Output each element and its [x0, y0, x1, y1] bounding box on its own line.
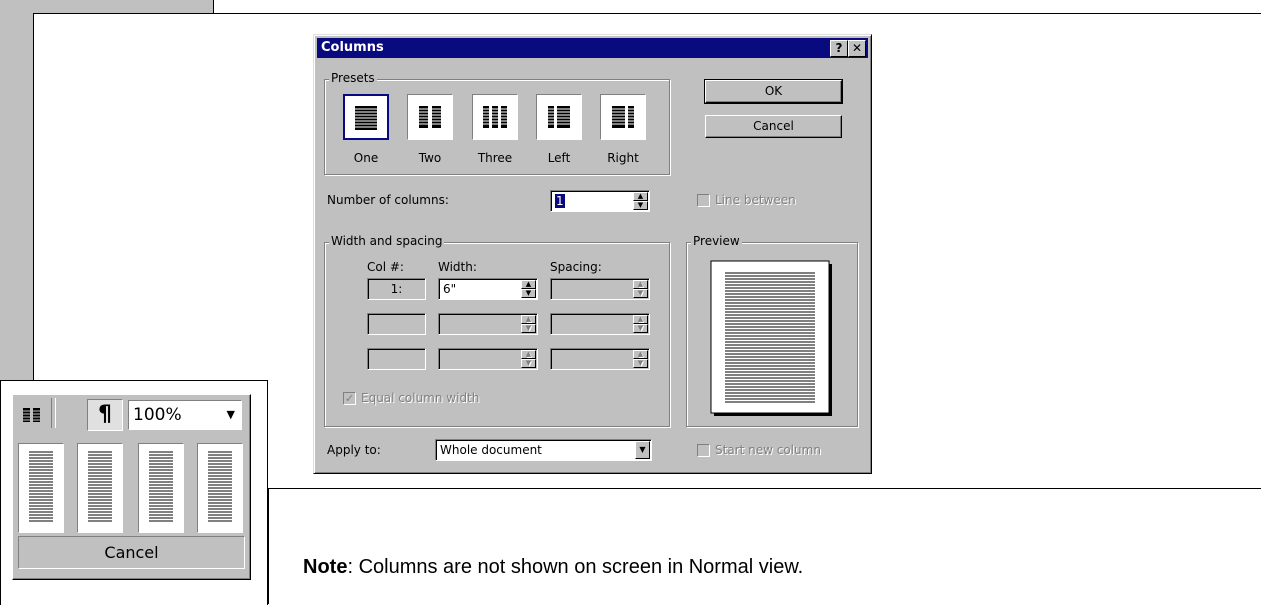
top-left-cell: [33, 0, 214, 14]
start-new-column-label: Start new column: [715, 443, 821, 457]
spacing-spinner-2[interactable]: ▲ ▼: [633, 315, 648, 333]
left-column-icon: [547, 106, 571, 128]
column-lines-icon: [208, 451, 232, 522]
col-number-cell-2: [367, 313, 426, 335]
zoom-dropdown-arrow-icon[interactable]: ▼: [227, 408, 235, 421]
width-field-1[interactable]: 6" ▲ ▼: [438, 278, 538, 300]
width-spacing-label: Width and spacing: [329, 234, 445, 248]
ok-button[interactable]: OK: [704, 79, 843, 104]
spin-up-icon[interactable]: ▲: [633, 192, 648, 201]
zoom-value: 100%: [133, 405, 182, 425]
width-spinner-3[interactable]: ▲ ▼: [521, 350, 536, 368]
column-option-1[interactable]: [18, 443, 64, 533]
apply-to-label: Apply to:: [327, 443, 381, 457]
presets-label: Presets: [329, 71, 377, 85]
spacing-header: Spacing:: [550, 260, 602, 274]
width-field-3[interactable]: ▲ ▼: [438, 348, 538, 370]
close-button[interactable]: ✕: [848, 40, 866, 57]
spacing-field-3[interactable]: ▲ ▼: [550, 348, 650, 370]
preset-right-button[interactable]: [600, 94, 646, 140]
line-between-checkbox[interactable]: [697, 194, 710, 207]
toolbar-separator: [51, 398, 56, 428]
column-lines-icon: [29, 451, 53, 522]
right-column-icon: [611, 106, 635, 128]
width-spinner-1[interactable]: ▲ ▼: [521, 280, 536, 298]
preset-one-label: One: [353, 151, 379, 165]
equal-width-checkbox[interactable]: ✓: [343, 392, 356, 405]
start-new-column-checkbox[interactable]: [697, 444, 710, 457]
number-of-columns-field[interactable]: 1 ▲ ▼: [550, 190, 650, 212]
three-columns-icon: [483, 106, 507, 128]
help-button[interactable]: ?: [830, 40, 848, 57]
note-text: Note: Columns are not shown on screen in…: [303, 556, 803, 579]
number-of-columns-spinner[interactable]: ▲ ▼: [633, 192, 648, 210]
dropdown-arrow-icon: ▼: [635, 441, 650, 459]
spacing-field-2[interactable]: ▲ ▼: [550, 313, 650, 335]
width-field-2[interactable]: ▲ ▼: [438, 313, 538, 335]
equal-width-label: Equal column width: [361, 391, 480, 405]
column-lines-icon: [149, 451, 173, 522]
columns-toolbar: ¶ 100% ▼ Cancel: [12, 394, 251, 580]
col-number-cell-1: 1:: [367, 278, 426, 300]
columns-icon: [22, 408, 41, 422]
col-number-cell-3: [367, 348, 426, 370]
apply-to-value: Whole document: [440, 443, 542, 457]
preview-page-image: [710, 260, 832, 416]
columns-dialog: Columns ? ✕ Presets One Two Three Left R…: [313, 34, 872, 474]
zoom-combobox[interactable]: 100% ▼: [128, 400, 242, 430]
spacing-field-1[interactable]: ▲ ▼: [550, 278, 650, 300]
preset-three-label: Three: [477, 151, 513, 165]
show-hide-pilcrow-button[interactable]: ¶: [87, 399, 123, 431]
spacing-spinner-1[interactable]: ▲ ▼: [633, 280, 648, 298]
preset-two-button[interactable]: [407, 94, 453, 140]
toolbar-cancel-button[interactable]: Cancel: [18, 536, 245, 569]
preview-group: Preview: [686, 234, 858, 427]
apply-to-select[interactable]: Whole document ▼: [435, 439, 652, 461]
number-of-columns-label: Number of columns:: [327, 193, 449, 207]
presets-group: Presets One Two Three Left Right: [324, 71, 670, 175]
preset-three-button[interactable]: [472, 94, 518, 140]
column-option-3[interactable]: [138, 443, 184, 533]
note-bold: Note: [303, 556, 348, 578]
line-between-label: Line between: [715, 193, 796, 207]
columns-button[interactable]: [19, 403, 45, 427]
apply-to-dropdown-button[interactable]: ▼: [635, 441, 650, 459]
cancel-button[interactable]: Cancel: [705, 115, 842, 138]
preset-right-label: Right: [607, 151, 639, 165]
top-rule: [213, 13, 1261, 14]
preset-left-button[interactable]: [536, 94, 582, 140]
note-body: : Columns are not shown on screen in Nor…: [347, 556, 804, 578]
preset-one-button[interactable]: [343, 94, 389, 140]
spacing-spinner-3[interactable]: ▲ ▼: [633, 350, 648, 368]
preset-two-label: Two: [418, 151, 442, 165]
column-option-2[interactable]: [77, 443, 123, 533]
column-option-4[interactable]: [197, 443, 243, 533]
two-columns-icon: [418, 106, 442, 128]
width-spacing-group: Width and spacing Col #: Width: Spacing:…: [324, 234, 670, 427]
width-spinner-2[interactable]: ▲ ▼: [521, 315, 536, 333]
one-column-icon: [355, 106, 377, 130]
col-number-header: Col #:: [367, 260, 404, 274]
width-value-1: 6": [443, 282, 457, 296]
middle-rule: [268, 488, 1261, 489]
toolbar-illustration-panel: ¶ 100% ▼ Cancel: [0, 380, 268, 605]
dialog-titlebar: Columns ? ✕: [317, 38, 868, 58]
number-of-columns-value: 1: [555, 194, 565, 208]
middle-vertical-rule: [268, 488, 269, 604]
width-header: Width:: [438, 260, 477, 274]
preset-left-label: Left: [547, 151, 571, 165]
column-lines-icon: [88, 451, 112, 522]
dialog-title: Columns: [321, 40, 384, 55]
spin-down-icon[interactable]: ▼: [633, 201, 648, 210]
